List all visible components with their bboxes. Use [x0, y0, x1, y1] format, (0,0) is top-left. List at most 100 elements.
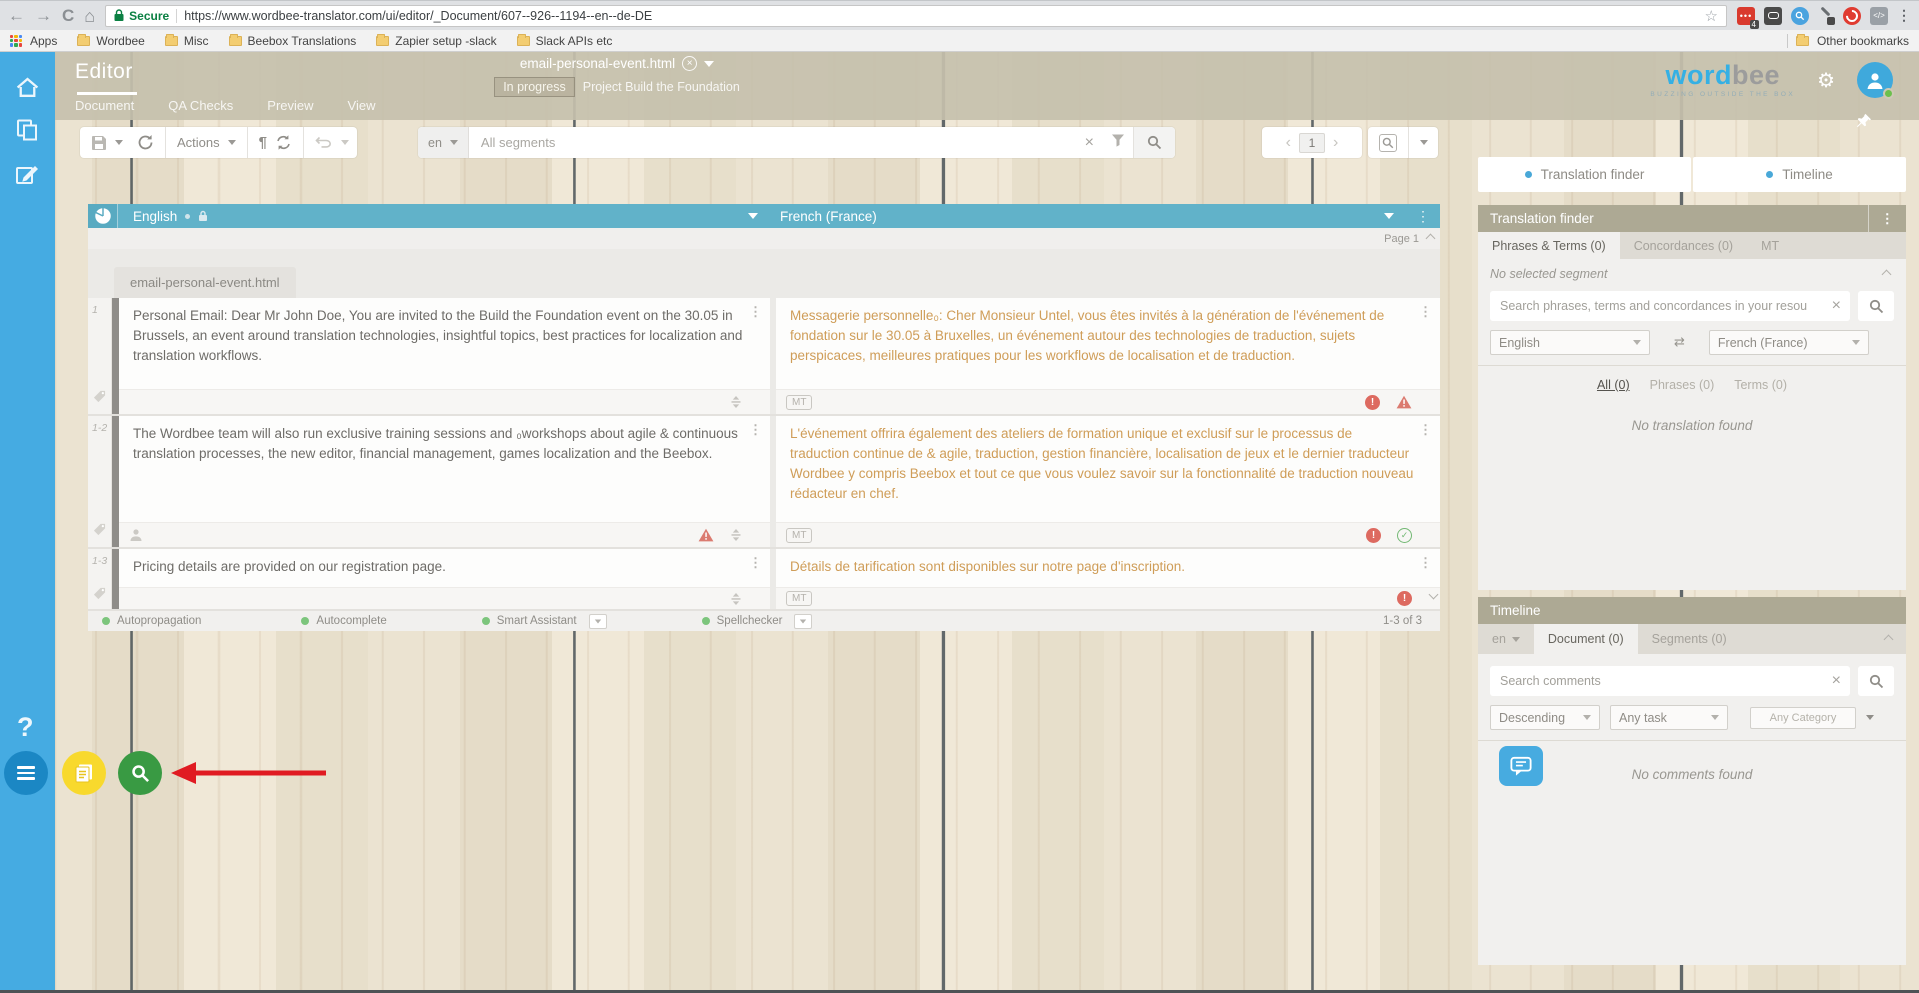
- tag-icon[interactable]: [93, 390, 106, 408]
- collapse-icon[interactable]: [1885, 624, 1906, 654]
- bookmark-folder-slack[interactable]: Slack APIs etc: [517, 34, 613, 48]
- finder-search-input[interactable]: [1490, 299, 1823, 313]
- forward-icon[interactable]: →: [35, 7, 52, 24]
- help-icon[interactable]: ?: [17, 712, 34, 743]
- adblock-extension-icon[interactable]: [1843, 7, 1861, 25]
- pin-icon[interactable]: [1855, 112, 1873, 135]
- chat-support-button[interactable]: [1499, 746, 1543, 786]
- scroll-down-icon[interactable]: [1430, 585, 1437, 603]
- clear-search-icon[interactable]: ×: [1823, 672, 1850, 690]
- document-dropdown-icon[interactable]: [704, 61, 714, 67]
- autocomplete-toggle[interactable]: Autocomplete: [301, 615, 386, 627]
- category-filter-select[interactable]: Any Category: [1750, 707, 1856, 729]
- code-extension-icon[interactable]: </>: [1870, 7, 1888, 25]
- person-icon[interactable]: [129, 528, 143, 542]
- spellchecker-toggle[interactable]: Spellchecker: [702, 614, 813, 629]
- validated-check-icon[interactable]: ✓: [1397, 528, 1412, 543]
- scroll-up-icon[interactable]: [1426, 234, 1436, 244]
- timeline-language-select[interactable]: en: [1478, 624, 1534, 654]
- extension-search-icon[interactable]: [1791, 7, 1809, 25]
- finder-source-language-select[interactable]: English: [1490, 330, 1650, 355]
- editor-icon[interactable]: [15, 164, 40, 192]
- filter-icon[interactable]: [1103, 133, 1133, 152]
- previous-page-icon[interactable]: ‹: [1286, 134, 1291, 152]
- user-avatar[interactable]: [1857, 62, 1893, 98]
- error-icon[interactable]: !: [1397, 591, 1412, 606]
- bookmark-apps[interactable]: Apps: [10, 34, 57, 48]
- source-cell[interactable]: Pricing details are provided on our regi…: [119, 549, 770, 609]
- autopropagation-toggle[interactable]: Autopropagation: [102, 615, 201, 627]
- segment-menu-icon[interactable]: ⋮: [749, 422, 762, 438]
- refresh-icon[interactable]: C: [62, 7, 74, 24]
- menu-hamburger-button[interactable]: [4, 751, 48, 795]
- segment-search-input[interactable]: [469, 135, 1076, 150]
- segment-menu-icon[interactable]: ⋮: [1419, 422, 1432, 438]
- file-tab[interactable]: email-personal-event.html: [114, 267, 296, 298]
- next-page-icon[interactable]: ›: [1333, 134, 1338, 152]
- category-dropdown-icon[interactable]: [1866, 715, 1874, 720]
- save-dropdown-icon[interactable]: [115, 140, 123, 145]
- target-column-dropdown-icon[interactable]: [1384, 213, 1394, 219]
- tab-segment-comments[interactable]: Segments (0): [1638, 624, 1741, 654]
- documents-icon[interactable]: [15, 118, 39, 147]
- close-document-icon[interactable]: ×: [682, 56, 697, 71]
- smart-assistant-dropdown[interactable]: [589, 614, 607, 629]
- tab-qa-checks[interactable]: QA Checks: [168, 98, 233, 113]
- warning-triangle-icon[interactable]: [1396, 395, 1412, 409]
- segment-menu-icon[interactable]: ⋮: [749, 555, 762, 571]
- filter-terms-link[interactable]: Terms (0): [1734, 378, 1787, 392]
- timeline-toggle[interactable]: Timeline: [1693, 157, 1906, 192]
- eyedropper-extension-icon[interactable]: [1818, 8, 1834, 24]
- zoom-preview-button[interactable]: [1368, 127, 1408, 158]
- warning-triangle-icon[interactable]: [698, 528, 714, 542]
- source-cell[interactable]: Personal Email: Dear Mr John Doe, You ar…: [119, 298, 770, 414]
- bookmark-folder-beebox[interactable]: Beebox Translations: [229, 34, 357, 48]
- segment-selection-bar[interactable]: [112, 549, 119, 609]
- home-icon[interactable]: [15, 76, 40, 104]
- refresh-icon[interactable]: [137, 134, 154, 151]
- tab-preview[interactable]: Preview: [267, 98, 313, 113]
- task-filter-select[interactable]: Any task: [1610, 705, 1728, 730]
- comments-search-input[interactable]: [1490, 674, 1823, 688]
- url-bar[interactable]: Secure https://www.wordbee-translator.co…: [105, 5, 1727, 27]
- find-replace-icon[interactable]: [275, 134, 292, 151]
- tab-document-comments[interactable]: Document (0): [1534, 624, 1638, 654]
- comments-search-button[interactable]: [1858, 666, 1894, 696]
- resize-handle-icon[interactable]: [730, 528, 742, 542]
- tab-concordances[interactable]: Concordances (0): [1620, 232, 1747, 259]
- collapse-icon[interactable]: [1882, 269, 1892, 279]
- search-fab-button[interactable]: [118, 751, 162, 795]
- segment-menu-icon[interactable]: ⋮: [1419, 304, 1432, 320]
- tag-icon[interactable]: [93, 587, 106, 605]
- show-formatting-icon[interactable]: ¶: [259, 134, 267, 151]
- bookmark-folder-wordbee[interactable]: Wordbee: [77, 34, 144, 48]
- target-cell[interactable]: Détails de tarification sont disponibles…: [776, 549, 1440, 609]
- tab-view[interactable]: View: [348, 98, 376, 113]
- column-menu-icon[interactable]: ⋮: [1406, 208, 1440, 225]
- segment-selection-bar[interactable]: [112, 298, 119, 414]
- resize-handle-icon[interactable]: [730, 395, 742, 409]
- bookmark-folder-misc[interactable]: Misc: [165, 34, 209, 48]
- bookmark-folder-zapier[interactable]: Zapier setup -slack: [376, 34, 496, 48]
- filter-phrases-link[interactable]: Phrases (0): [1650, 378, 1715, 392]
- error-icon[interactable]: !: [1366, 528, 1381, 543]
- back-icon[interactable]: ←: [8, 7, 25, 24]
- source-column-dropdown-icon[interactable]: [748, 213, 758, 219]
- translation-finder-toggle[interactable]: Translation finder: [1478, 157, 1691, 192]
- search-language-select[interactable]: en: [418, 127, 469, 158]
- clear-search-icon[interactable]: ×: [1076, 134, 1103, 152]
- tag-icon[interactable]: [93, 523, 106, 541]
- page-number-box[interactable]: 1: [1299, 133, 1325, 153]
- actions-dropdown[interactable]: Actions: [165, 127, 247, 158]
- secure-padlock-icon[interactable]: Secure: [114, 9, 169, 23]
- panel-menu-icon[interactable]: ⋮: [1868, 205, 1907, 232]
- finder-search-button[interactable]: [1858, 291, 1894, 321]
- sort-order-select[interactable]: Descending: [1490, 705, 1600, 730]
- browser-menu-icon[interactable]: ⋮: [1897, 7, 1911, 24]
- clear-search-icon[interactable]: ×: [1823, 297, 1850, 315]
- spellchecker-dropdown[interactable]: [794, 614, 812, 629]
- filter-all-link[interactable]: All (0): [1597, 378, 1630, 392]
- target-cell[interactable]: Messagerie personnelle₀: Cher Monsieur U…: [776, 298, 1440, 414]
- error-icon[interactable]: !: [1365, 395, 1380, 410]
- segment-menu-icon[interactable]: ⋮: [1419, 555, 1432, 571]
